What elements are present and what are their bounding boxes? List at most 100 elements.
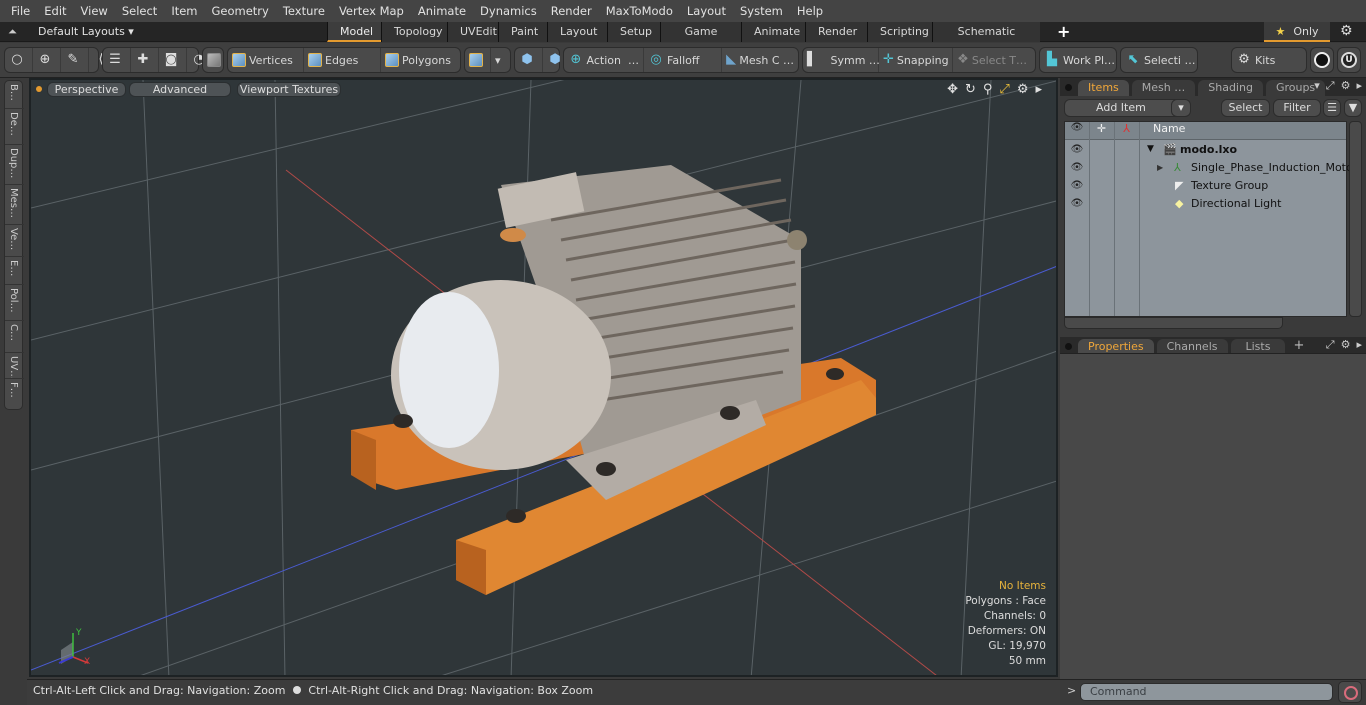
vertices-button[interactable]: Vertices	[228, 48, 304, 72]
menu-file[interactable]: File	[4, 0, 37, 22]
menu-animate[interactable]: Animate	[411, 0, 473, 22]
vtab-edge[interactable]: E…	[5, 257, 24, 285]
pan-icon[interactable]: ✥	[947, 82, 958, 97]
zoom-icon[interactable]: ⚲	[983, 82, 993, 97]
action-center-icon[interactable]: ⬢	[515, 48, 543, 72]
menu-layout[interactable]: Layout	[680, 0, 733, 22]
name-column-header[interactable]: Name	[1139, 122, 1185, 139]
command-input[interactable]: Command	[1080, 683, 1333, 701]
expand-arrow-icon[interactable]: ▸	[1035, 82, 1042, 97]
filter-button[interactable]: Filter	[1273, 99, 1321, 117]
tab-model[interactable]: Model	[327, 22, 381, 42]
symmetry-button[interactable]: ▌ Symm …	[803, 48, 880, 72]
vtab-deform[interactable]: De…	[5, 109, 24, 145]
vtab-uv[interactable]: UV…	[5, 353, 24, 379]
menu-maxtomodo[interactable]: MaxToModo	[599, 0, 680, 22]
kits-button[interactable]: ⚙ Kits	[1232, 48, 1279, 72]
tab-layout[interactable]: Layout	[547, 22, 607, 42]
collapse-up-icon[interactable]: ⏶	[8, 25, 20, 38]
polygons-button[interactable]: Polygons	[381, 48, 459, 72]
add-tab-button[interactable]: +	[1057, 22, 1070, 42]
list-item[interactable]: 👁 ▶ ⅄ Single_Phase_Induction_Motor	[1065, 158, 1358, 176]
add-item-dropdown[interactable]: ▾	[1171, 99, 1191, 117]
list-item[interactable]: 👁 ▼ 🎬 modo.lxo	[1065, 140, 1346, 158]
menu-view[interactable]: View	[74, 0, 115, 22]
vertical-scrollbar[interactable]	[1349, 121, 1362, 317]
tabs-dropdown-icon[interactable]: ▾	[1314, 79, 1320, 93]
advanced-button[interactable]: Advanced	[129, 82, 231, 97]
menu-geometry[interactable]: Geometry	[205, 0, 276, 22]
vtab-fusion[interactable]: F…	[5, 379, 24, 409]
viewport-settings-icon[interactable]: ⚙	[1017, 82, 1029, 97]
pen-tool-icon[interactable]: ✎	[61, 48, 89, 72]
viewport-textures-button[interactable]: Viewport Textures	[237, 82, 341, 97]
list-item[interactable]: 👁 ◤ Texture Group	[1065, 176, 1346, 194]
menu-item[interactable]: Item	[164, 0, 204, 22]
snapping-button[interactable]: ✛ Snapping	[879, 48, 953, 72]
work-plane-button[interactable]: ▙ Work Pl…	[1040, 48, 1119, 72]
unreal-button[interactable]: U	[1337, 47, 1361, 73]
gear-icon[interactable]: ⚙	[1340, 23, 1353, 39]
tab-game-tools[interactable]: Game Tools	[660, 22, 741, 58]
panel-arrow-icon[interactable]: ▸	[1356, 79, 1362, 93]
tab-scripting[interactable]: Scripting	[867, 22, 932, 42]
maximize-icon[interactable]: ⤢	[1326, 338, 1335, 352]
add-panel-tab-button[interactable]: +	[1293, 338, 1304, 353]
default-layouts-dropdown[interactable]: Default Layouts ▾	[38, 22, 134, 42]
tab-setup[interactable]: Setup	[607, 22, 660, 42]
panel-gear-icon[interactable]: ⚙	[1341, 338, 1351, 352]
align-tool-icon[interactable]: ☰	[103, 48, 131, 72]
menu-dynamics[interactable]: Dynamics	[473, 0, 544, 22]
only-toggle[interactable]: ★ Only	[1264, 22, 1330, 42]
viewport-indicator[interactable]	[36, 86, 42, 92]
list-options-icon[interactable]: ☰	[1323, 99, 1341, 117]
panel-arrow-icon[interactable]: ▸	[1356, 338, 1362, 352]
selection-sets-button[interactable]: ⬉ Selecti …	[1121, 48, 1200, 72]
tab-shading[interactable]: Shading	[1198, 80, 1263, 96]
tab-render[interactable]: Render	[805, 22, 867, 42]
maximize-icon[interactable]: ⤢	[1326, 79, 1335, 93]
tab-topology[interactable]: Topology	[381, 22, 447, 42]
select-through-button[interactable]: ❖ Select T…	[953, 48, 1031, 72]
bevel-tool-icon[interactable]: ◙	[159, 48, 187, 72]
falloff-button[interactable]: ◎ Falloff	[644, 48, 722, 72]
tab-paint[interactable]: Paint	[498, 22, 547, 42]
material-mode-icon[interactable]	[465, 48, 491, 72]
unity-button[interactable]	[1310, 47, 1334, 73]
vtab-duplicate[interactable]: Dup…	[5, 145, 24, 185]
fit-icon[interactable]: ⤢	[999, 82, 1009, 97]
tab-schematic-fusion[interactable]: Schematic Fusion	[932, 22, 1040, 58]
funnel-icon[interactable]: ▼	[1344, 99, 1362, 117]
visibility-icon[interactable]: 👁	[1065, 198, 1089, 209]
vtab-mesh-edit[interactable]: Mes…	[5, 185, 24, 225]
vtab-curve[interactable]: C…	[5, 321, 24, 353]
select-button[interactable]: Select	[1221, 99, 1270, 117]
action-button[interactable]: ⊕ Action …	[564, 48, 644, 72]
circle-tool-icon[interactable]: ○	[5, 48, 33, 72]
tab-uvedit[interactable]: UVEdit	[447, 22, 498, 42]
horizontal-scrollbar[interactable]	[1064, 317, 1283, 329]
item-mode-icon[interactable]	[203, 48, 228, 72]
mesh-constraint-button[interactable]: ◣ Mesh C …	[722, 48, 798, 72]
menu-render[interactable]: Render	[544, 0, 599, 22]
vtab-vertex[interactable]: Ve…	[5, 225, 24, 257]
uv-tool-icon[interactable]: ✚	[131, 48, 159, 72]
perspective-button[interactable]: Perspective	[47, 82, 126, 97]
menu-system[interactable]: System	[733, 0, 790, 22]
edges-button[interactable]: Edges	[304, 48, 381, 72]
menu-help[interactable]: Help	[790, 0, 830, 22]
visibility-icon[interactable]: 👁	[1065, 144, 1089, 155]
menu-select[interactable]: Select	[115, 0, 164, 22]
vtab-basic[interactable]: B…	[5, 81, 24, 109]
expand-icon[interactable]: ▼	[1147, 144, 1154, 154]
expand-icon[interactable]: ▶	[1157, 163, 1163, 172]
material-mode-dropdown[interactable]: ▾	[491, 48, 505, 72]
sphere-tool-icon[interactable]: ⊕	[33, 48, 61, 72]
menu-texture[interactable]: Texture	[276, 0, 332, 22]
tab-mesh[interactable]: Mesh …	[1131, 80, 1196, 96]
visibility-icon[interactable]: 👁	[1065, 162, 1089, 173]
list-item[interactable]: 👁 ◆ Directional Light	[1065, 194, 1346, 212]
visibility-icon[interactable]: 👁	[1065, 180, 1089, 191]
rotate-icon[interactable]: ↻	[965, 82, 976, 97]
3d-viewport[interactable]: Y X Perspective Advanced Viewport Textur…	[29, 78, 1058, 677]
